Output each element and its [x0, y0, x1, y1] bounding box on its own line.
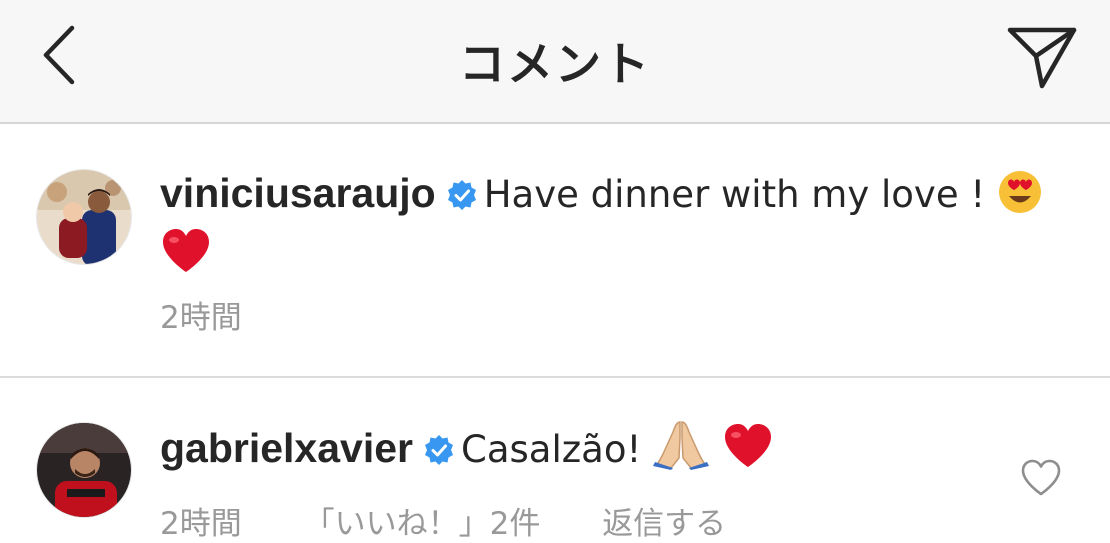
comment-meta: 2時間 「いいね！」2件 返信する — [160, 498, 778, 543]
comment-timestamp: 2時間 — [160, 300, 242, 336]
comment-body: Casalzão! — [461, 428, 642, 471]
comment-text: gabrielxavier Casalzão! — [160, 418, 1070, 482]
heart-outline-icon — [1021, 459, 1061, 496]
comment-meta: 2時間 — [160, 292, 294, 337]
reply-button[interactable]: 返信する — [602, 506, 726, 542]
share-button[interactable] — [1002, 18, 1082, 98]
likes-count-link[interactable]: 「いいね！」2件 — [304, 506, 541, 542]
comment-timestamp: 2時間 — [160, 506, 242, 542]
paper-plane-icon — [1007, 27, 1077, 89]
avatar[interactable] — [36, 169, 132, 265]
page-title: コメント — [459, 37, 651, 91]
red-heart-emoji-icon — [722, 422, 774, 482]
folded-hands-emoji-icon — [653, 418, 710, 482]
comment-item: gabrielxavier Casalzão! 2時間 「いいね！」2件 返信する — [0, 378, 1110, 543]
heart-eyes-emoji-icon — [997, 169, 1043, 227]
avatar-photo — [37, 423, 131, 517]
comment-body: Have dinner with my love ! — [483, 173, 986, 216]
verified-badge-icon — [446, 173, 478, 223]
username-link[interactable]: viniciusaraujo — [160, 170, 436, 216]
avatar-photo — [37, 170, 131, 264]
comment-text: viniciusaraujo Have dinner with my love ! — [160, 168, 1070, 287]
like-button[interactable] — [1020, 458, 1062, 498]
avatar[interactable] — [36, 422, 132, 518]
header-bar: コメント — [0, 0, 1110, 124]
verified-badge-icon — [423, 428, 455, 478]
red-heart-emoji-icon — [160, 227, 212, 287]
username-link[interactable]: gabrielxavier — [160, 425, 413, 471]
comment-item: viniciusaraujo Have dinner with my love !… — [0, 124, 1110, 378]
